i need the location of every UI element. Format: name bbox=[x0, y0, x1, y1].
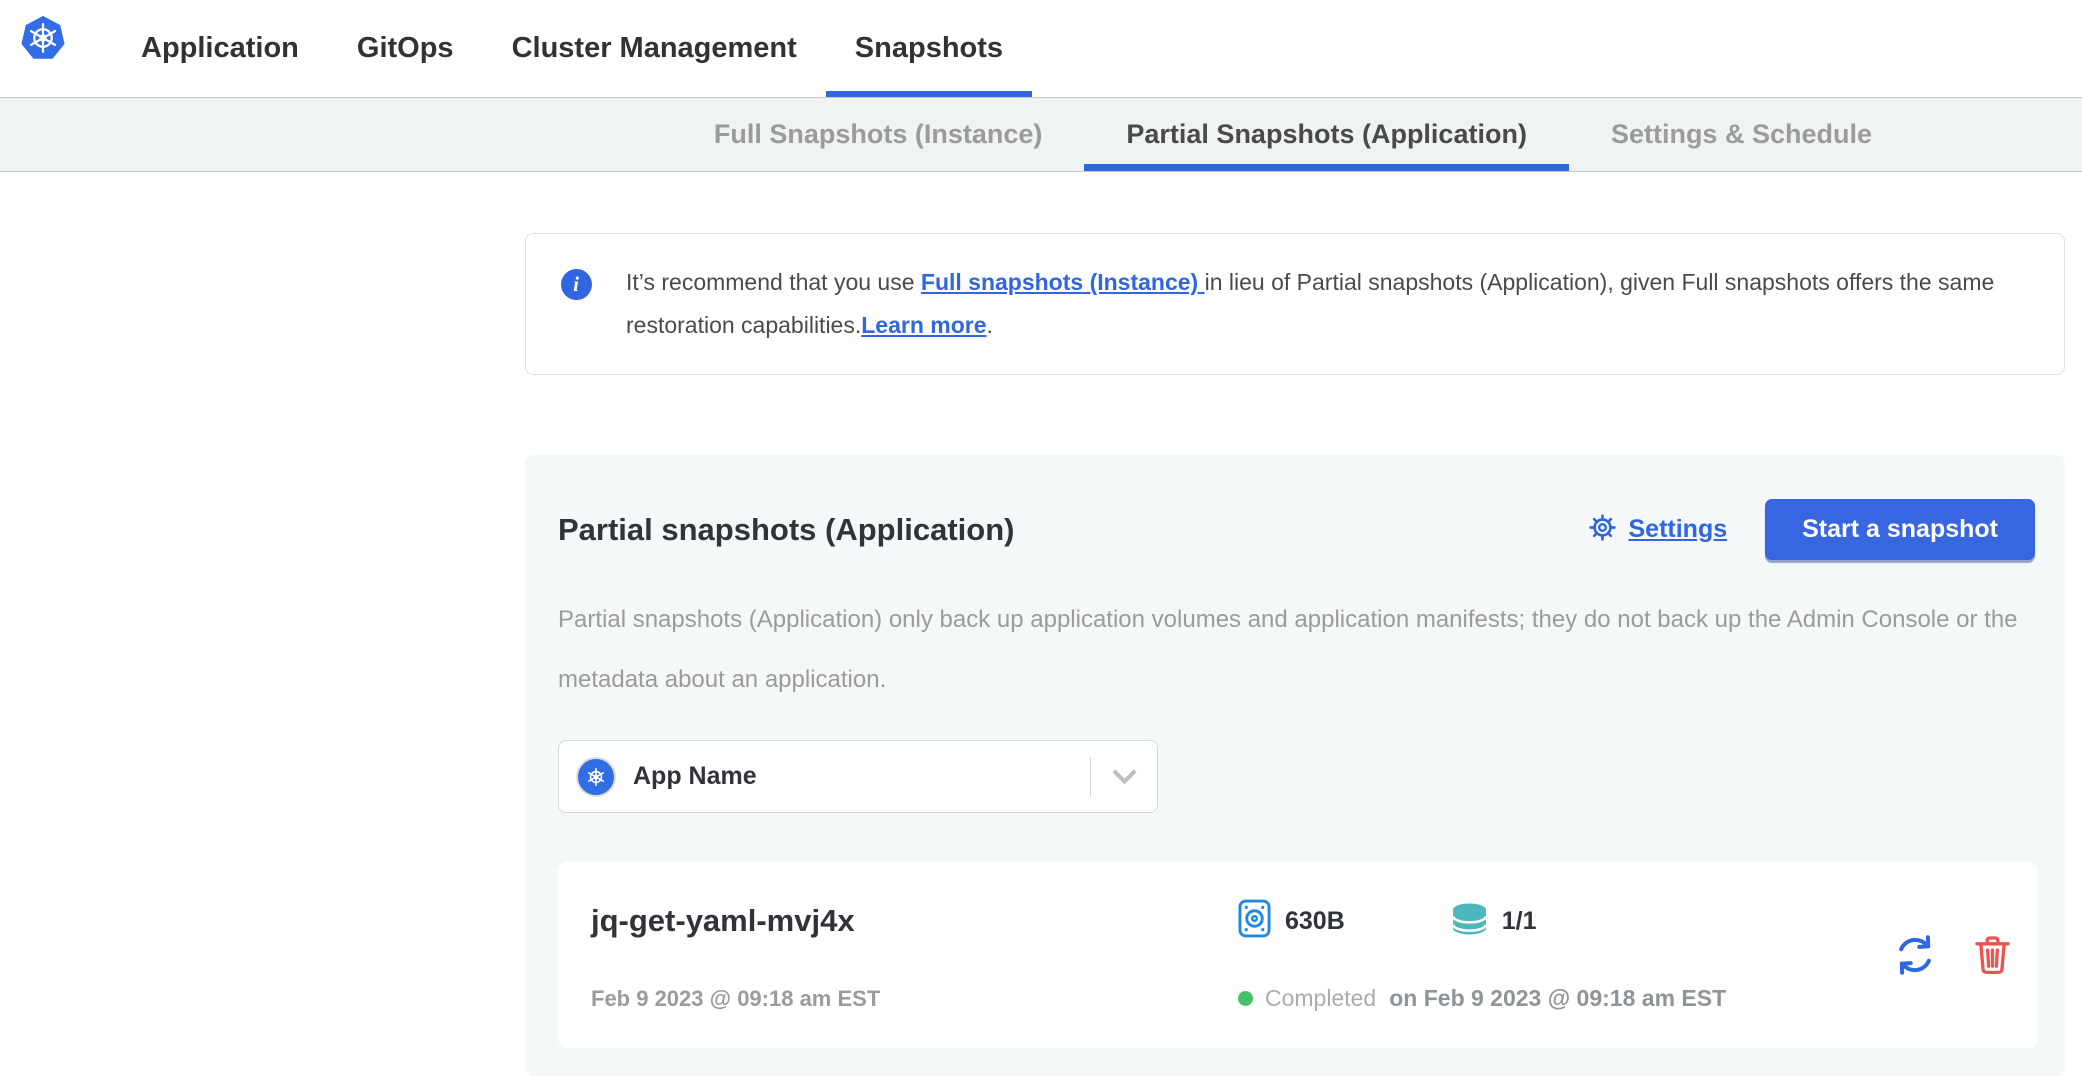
settings-link[interactable]: Settings bbox=[1588, 513, 1728, 547]
start-snapshot-button[interactable]: Start a snapshot bbox=[1765, 499, 2035, 560]
tab-settings-schedule[interactable]: Settings & Schedule bbox=[1569, 98, 1914, 171]
settings-label: Settings bbox=[1629, 515, 1728, 544]
gear-icon bbox=[1588, 513, 1617, 547]
snapshot-name: jq-get-yaml-mvj4x bbox=[591, 903, 1238, 939]
app-selector-value: App Name bbox=[633, 762, 757, 791]
app-name-selector[interactable]: App Name bbox=[558, 740, 1158, 813]
banner-text-before: It’s recommend that you use bbox=[626, 269, 921, 295]
delete-snapshot-button[interactable] bbox=[1975, 934, 2010, 975]
snapshot-size: 630B bbox=[1238, 899, 1345, 943]
kubernetes-logo bbox=[20, 14, 66, 62]
snapshots-tab-bar: Full Snapshots (Instance) Partial Snapsh… bbox=[0, 98, 2082, 172]
partial-snapshots-panel: Partial snapshots (Application) bbox=[525, 455, 2065, 1076]
full-snapshots-link[interactable]: Full snapshots (Instance) bbox=[921, 269, 1205, 295]
restore-icon bbox=[1893, 965, 1937, 980]
main-nav: Application GitOps Cluster Management Sn… bbox=[112, 0, 1032, 97]
status-finished: on Feb 9 2023 @ 09:18 am EST bbox=[1389, 985, 1726, 1012]
kubernetes-icon bbox=[576, 757, 616, 797]
panel-title: Partial snapshots (Application) bbox=[558, 512, 1014, 548]
database-icon bbox=[1451, 902, 1488, 940]
top-nav: Application GitOps Cluster Management Sn… bbox=[0, 0, 2082, 98]
snapshot-volumes: 1/1 bbox=[1451, 902, 1537, 940]
banner-text-after: . bbox=[987, 312, 993, 338]
snapshot-actions bbox=[1888, 933, 2038, 977]
disk-icon bbox=[1238, 899, 1271, 943]
info-icon: i bbox=[561, 269, 592, 300]
snapshot-size-value: 630B bbox=[1285, 907, 1345, 936]
nav-item-snapshots[interactable]: Snapshots bbox=[826, 0, 1032, 97]
snapshot-started: Feb 9 2023 @ 09:18 am EST bbox=[591, 986, 1238, 1012]
chevron-down-icon[interactable] bbox=[1091, 768, 1157, 785]
recommendation-banner: i It’s recommend that you use Full snaps… bbox=[525, 233, 2065, 375]
snapshot-status: Completed on Feb 9 2023 @ 09:18 am EST bbox=[1238, 985, 1888, 1012]
nav-item-application[interactable]: Application bbox=[112, 0, 328, 97]
restore-snapshot-button[interactable] bbox=[1893, 933, 1937, 977]
nav-item-cluster-management[interactable]: Cluster Management bbox=[483, 0, 826, 97]
green-dot bbox=[1238, 991, 1253, 1006]
trash-icon bbox=[1975, 963, 2010, 978]
tab-partial-snapshots[interactable]: Partial Snapshots (Application) bbox=[1084, 98, 1569, 171]
tab-full-snapshots[interactable]: Full Snapshots (Instance) bbox=[672, 98, 1085, 171]
status-label: Completed bbox=[1265, 985, 1376, 1012]
panel-description: Partial snapshots (Application) only bac… bbox=[558, 590, 2033, 710]
snapshot-volumes-value: 1/1 bbox=[1502, 907, 1537, 936]
snapshot-row: jq-get-yaml-mvj4x 630B bbox=[558, 861, 2038, 1048]
banner-text: It’s recommend that you use Full snapsho… bbox=[626, 261, 2024, 347]
nav-item-gitops[interactable]: GitOps bbox=[328, 0, 483, 97]
learn-more-link[interactable]: Learn more bbox=[861, 312, 986, 338]
